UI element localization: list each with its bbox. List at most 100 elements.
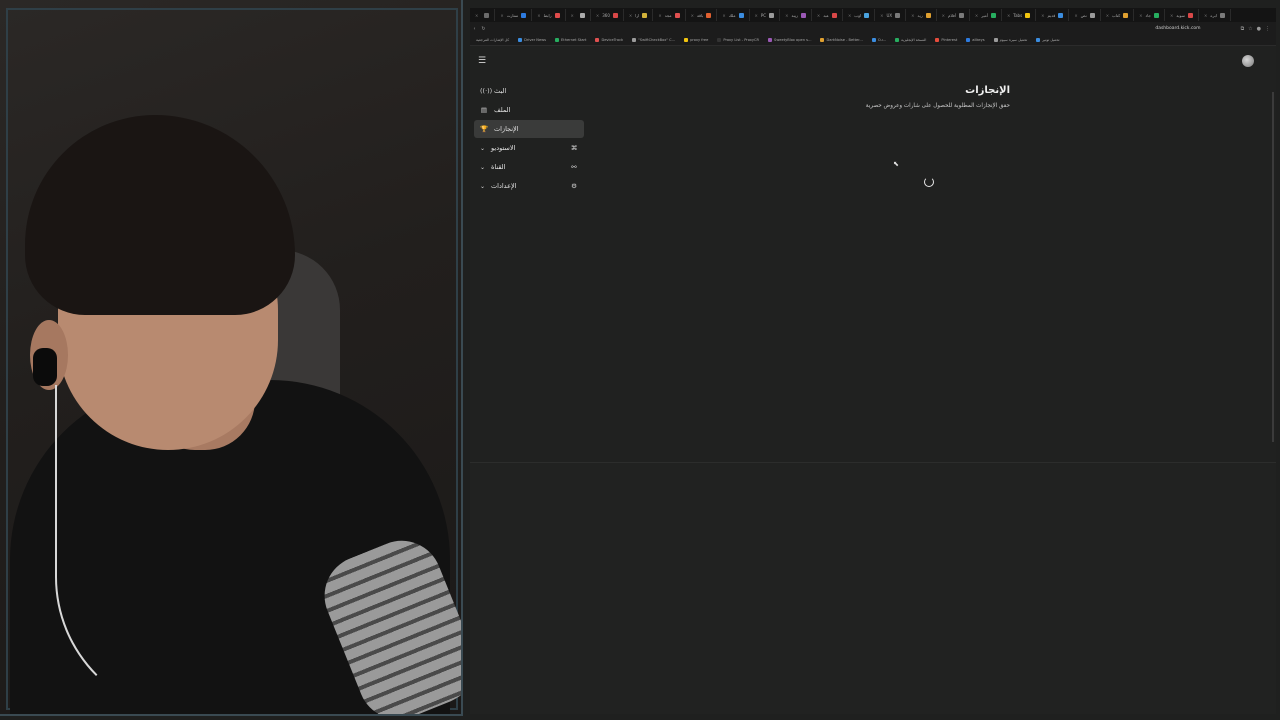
bookmark-item[interactable]: تحميل توتير (1036, 38, 1060, 42)
browser-tab[interactable]: × قديم (1036, 9, 1070, 21)
browser-tab[interactable]: × ارا (624, 9, 654, 21)
hamburger-menu-icon[interactable]: ☰ (478, 56, 486, 66)
tab-close-icon[interactable]: × (755, 13, 758, 18)
bookmark-star-icon[interactable]: ☆ (1248, 26, 1252, 32)
tab-close-icon[interactable]: × (691, 13, 694, 18)
bookmark-item[interactable]: SweetyBlox open s... (768, 38, 811, 42)
bookmarks-bar: كل الإشارات المرجعية Driver News Ethernet… (470, 35, 1276, 46)
bookmark-label: Pinterest (941, 38, 958, 42)
chevron-down-icon[interactable]: ⌄ (480, 164, 485, 171)
address-bar[interactable]: dashboard.kick.com (1155, 26, 1200, 31)
bookmark-item[interactable]: Ethernet Start (555, 38, 586, 42)
profile-icon[interactable]: ● (1257, 26, 1261, 32)
bookmark-item[interactable]: "SwiftCheckBox" C... (632, 38, 675, 42)
tab-close-icon[interactable]: × (1139, 13, 1142, 18)
reload-button[interactable]: ↻ (479, 26, 488, 32)
browser-menu-icon[interactable]: ⋮ (1265, 26, 1270, 32)
sidebar-item-6[interactable]: ⌄ الإعدادات ⚙ (474, 177, 584, 195)
tab-close-icon[interactable]: × (722, 13, 725, 18)
bookmark-favicon-icon (993, 38, 998, 42)
browser-tab[interactable]: × نص (1069, 9, 1101, 21)
browser-tab[interactable]: × ابره (1199, 9, 1231, 21)
tab-close-icon[interactable]: × (975, 13, 978, 18)
bookmark-item[interactable]: DeviceTrack (595, 38, 623, 42)
browser-tab[interactable]: × سوية (1165, 9, 1200, 21)
browser-tab[interactable]: × 360 (591, 9, 624, 21)
tab-label: أفلام (948, 12, 956, 18)
tab-close-icon[interactable]: × (475, 13, 478, 18)
sidebar-item-label: الإعدادات (491, 182, 517, 190)
tab-close-icon[interactable]: × (658, 13, 661, 18)
tab-favicon-icon (864, 12, 870, 18)
extensions-icon[interactable]: ⧉ (1241, 26, 1245, 32)
tab-favicon-icon (674, 12, 680, 18)
browser-tab[interactable]: × مجد (653, 9, 686, 21)
tab-close-icon[interactable]: × (1074, 13, 1077, 18)
browser-tab[interactable]: × زيبة (780, 9, 812, 21)
browser-tab[interactable]: × ستارت (495, 9, 533, 21)
browser-tab[interactable]: × جاد (1134, 9, 1165, 21)
tab-label: نص (1080, 12, 1087, 18)
sidebar-item-1[interactable]: ((·)) البث (474, 82, 584, 100)
bookmark-favicon-icon (632, 38, 637, 42)
tab-label: باقة (696, 12, 704, 18)
browser-tab[interactable]: × كتاب (1101, 9, 1135, 21)
bookmark-item[interactable]: Proxy List - ProxyCR (717, 38, 759, 42)
back-button[interactable]: ‹ (470, 26, 479, 32)
tab-close-icon[interactable]: × (880, 13, 883, 18)
bookmark-label: proxy free (690, 38, 709, 42)
bookmark-item[interactable]: النسخة الإنجليزية (895, 38, 926, 42)
sidebar-item-5[interactable]: ⌄ القناة ⚯ (474, 158, 584, 176)
tab-close-icon[interactable]: × (596, 13, 599, 18)
bookmark-item[interactable]: proxy free (684, 38, 708, 42)
tab-close-icon[interactable]: × (629, 13, 632, 18)
browser-tab[interactable]: × رابط (532, 9, 566, 21)
all-bookmarks-folder[interactable]: كل الإشارات المرجعية (476, 38, 509, 42)
tab-close-icon[interactable]: × (785, 13, 788, 18)
browser-tab[interactable]: × اوب (843, 9, 876, 21)
tab-close-icon[interactable]: × (1106, 13, 1109, 18)
tab-favicon-icon (642, 12, 648, 18)
tab-close-icon[interactable]: × (537, 13, 540, 18)
bookmark-item[interactable]: allkeys (966, 38, 985, 42)
tab-close-icon[interactable]: × (1204, 13, 1207, 18)
bookmark-label: Proxy List - ProxyCR (723, 38, 760, 42)
bookmark-item[interactable]: تحميل سيرة سيوم (993, 38, 1027, 42)
mouse-cursor-icon: ⬉ (893, 160, 899, 168)
chevron-down-icon[interactable]: ⌄ (480, 145, 485, 152)
tab-close-icon[interactable]: × (1041, 13, 1044, 18)
tab-close-icon[interactable]: × (500, 13, 503, 18)
bookmark-item[interactable]: Cu... (871, 38, 886, 42)
browser-tab[interactable]: × (470, 9, 496, 21)
chevron-down-icon[interactable]: ⌄ (480, 183, 485, 190)
browser-tab[interactable]: × أمير (970, 9, 1002, 21)
tab-label: 360 (602, 12, 610, 18)
bookmark-item[interactable]: DarkNoise - Better... (820, 38, 863, 42)
sidebar-item-2[interactable]: ▤ الملف (474, 101, 584, 119)
tab-close-icon[interactable]: × (1170, 13, 1173, 18)
sidebar-item-3[interactable]: 🏆 الإنجازات (474, 120, 584, 138)
tab-close-icon[interactable]: × (1007, 13, 1010, 18)
browser-tab[interactable]: × عبد (812, 9, 843, 21)
tab-favicon-icon (990, 12, 996, 18)
sidebar-item-4[interactable]: ⌄ الاستوديو ⌘ (474, 139, 584, 157)
tab-close-icon[interactable]: × (942, 13, 945, 18)
tab-close-icon[interactable]: × (571, 13, 574, 18)
page-scrollbar[interactable] (1272, 92, 1274, 442)
tab-close-icon[interactable]: × (848, 13, 851, 18)
tab-favicon-icon (484, 12, 490, 18)
browser-tab[interactable]: × UX (875, 9, 907, 21)
browser-tab[interactable]: × أفلام (937, 9, 970, 21)
user-avatar[interactable] (1242, 55, 1254, 67)
tab-close-icon[interactable]: × (817, 13, 820, 18)
bookmark-item[interactable]: Driver News (518, 38, 546, 42)
browser-tab[interactable]: × Tabs (1002, 9, 1037, 21)
tab-close-icon[interactable]: × (911, 13, 914, 18)
bookmark-item[interactable]: Pinterest (935, 38, 957, 42)
browser-tab[interactable]: × باقة (686, 9, 718, 21)
browser-tab[interactable]: × ريد (906, 9, 937, 21)
browser-tab[interactable]: × ملك (717, 9, 750, 21)
tab-favicon-icon (554, 12, 560, 18)
browser-tab[interactable]: × (566, 9, 591, 21)
browser-tab[interactable]: × PC (750, 9, 781, 21)
